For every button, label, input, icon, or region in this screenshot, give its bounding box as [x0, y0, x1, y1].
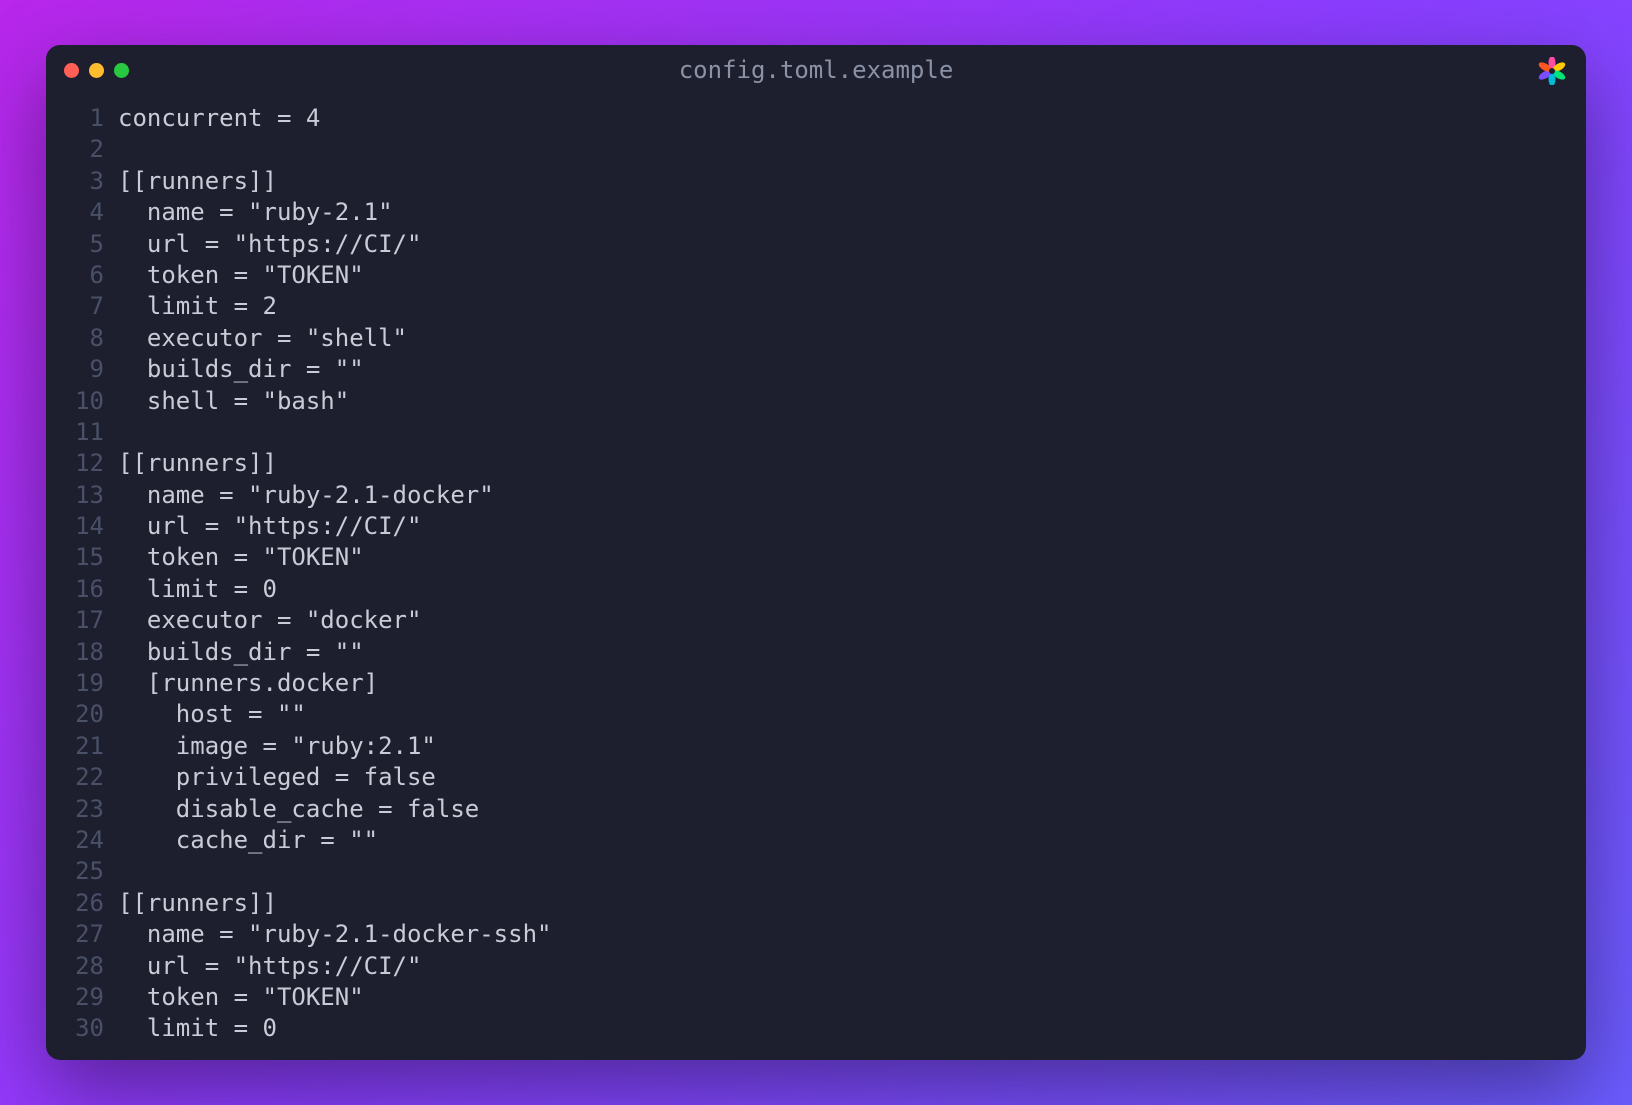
line-number: 13 — [46, 480, 104, 511]
code-line[interactable]: cache_dir = "" — [118, 825, 1586, 856]
line-number: 3 — [46, 166, 104, 197]
code-line[interactable]: [[runners]] — [118, 448, 1586, 479]
code-line[interactable]: token = "TOKEN" — [118, 260, 1586, 291]
code-line[interactable]: host = "" — [118, 699, 1586, 730]
code-line[interactable] — [118, 134, 1586, 165]
window-title: config.toml.example — [679, 56, 954, 84]
line-number: 16 — [46, 574, 104, 605]
line-number: 6 — [46, 260, 104, 291]
line-number: 28 — [46, 951, 104, 982]
code-line[interactable] — [118, 417, 1586, 448]
line-number: 21 — [46, 731, 104, 762]
code-line[interactable]: url = "https://CI/" — [118, 951, 1586, 982]
code-line[interactable]: image = "ruby:2.1" — [118, 731, 1586, 762]
code-line[interactable]: shell = "bash" — [118, 386, 1586, 417]
line-number: 10 — [46, 386, 104, 417]
line-number: 23 — [46, 794, 104, 825]
line-number: 30 — [46, 1013, 104, 1044]
maximize-button[interactable] — [114, 63, 129, 78]
line-number: 9 — [46, 354, 104, 385]
code-line[interactable]: limit = 0 — [118, 1013, 1586, 1044]
line-number: 25 — [46, 856, 104, 887]
line-number: 17 — [46, 605, 104, 636]
code-line[interactable]: token = "TOKEN" — [118, 982, 1586, 1013]
code-line[interactable]: executor = "shell" — [118, 323, 1586, 354]
code-line[interactable]: concurrent = 4 — [118, 103, 1586, 134]
line-number: 11 — [46, 417, 104, 448]
code-line[interactable]: [[runners]] — [118, 166, 1586, 197]
line-number: 14 — [46, 511, 104, 542]
titlebar: config.toml.example — [46, 45, 1586, 95]
code-line[interactable]: [[runners]] — [118, 888, 1586, 919]
line-number: 22 — [46, 762, 104, 793]
line-number: 24 — [46, 825, 104, 856]
minimize-button[interactable] — [89, 63, 104, 78]
line-number: 19 — [46, 668, 104, 699]
code-line[interactable]: privileged = false — [118, 762, 1586, 793]
code-line[interactable]: url = "https://CI/" — [118, 511, 1586, 542]
line-number: 18 — [46, 637, 104, 668]
line-number: 1 — [46, 103, 104, 134]
line-number: 8 — [46, 323, 104, 354]
code-line[interactable]: token = "TOKEN" — [118, 542, 1586, 573]
line-number: 4 — [46, 197, 104, 228]
code-line[interactable]: [runners.docker] — [118, 668, 1586, 699]
line-number: 29 — [46, 982, 104, 1013]
close-button[interactable] — [64, 63, 79, 78]
code-line[interactable]: url = "https://CI/" — [118, 229, 1586, 260]
code-line[interactable]: builds_dir = "" — [118, 637, 1586, 668]
editor-window: config.toml.example 12345678910111213141… — [46, 45, 1586, 1060]
line-number: 27 — [46, 919, 104, 950]
code-line[interactable]: name = "ruby-2.1" — [118, 197, 1586, 228]
editor-area[interactable]: 1234567891011121314151617181920212223242… — [46, 95, 1586, 1060]
code-line[interactable]: executor = "docker" — [118, 605, 1586, 636]
code-line[interactable] — [118, 856, 1586, 887]
code-line[interactable]: disable_cache = false — [118, 794, 1586, 825]
line-number: 15 — [46, 542, 104, 573]
line-number: 7 — [46, 291, 104, 322]
traffic-lights — [64, 63, 129, 78]
code-content[interactable]: concurrent = 4 [[runners]] name = "ruby-2… — [118, 103, 1586, 1060]
line-number: 20 — [46, 699, 104, 730]
line-number: 2 — [46, 134, 104, 165]
code-line[interactable]: name = "ruby-2.1-docker" — [118, 480, 1586, 511]
app-logo-icon — [1538, 57, 1566, 85]
line-number-gutter: 1234567891011121314151617181920212223242… — [46, 103, 118, 1060]
line-number: 5 — [46, 229, 104, 260]
line-number: 26 — [46, 888, 104, 919]
code-line[interactable]: builds_dir = "" — [118, 354, 1586, 385]
code-line[interactable]: name = "ruby-2.1-docker-ssh" — [118, 919, 1586, 950]
code-line[interactable]: limit = 2 — [118, 291, 1586, 322]
code-line[interactable]: limit = 0 — [118, 574, 1586, 605]
line-number: 12 — [46, 448, 104, 479]
